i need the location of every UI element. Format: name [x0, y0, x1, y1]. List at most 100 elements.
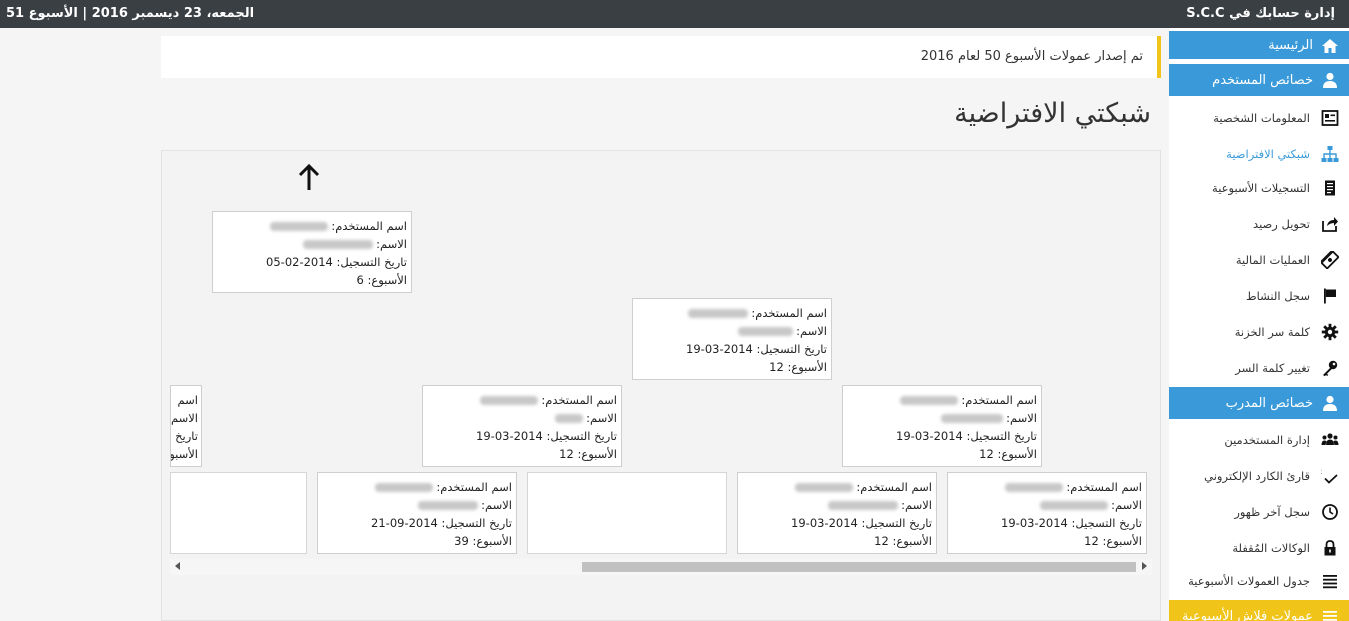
- commission-notice: تم إصدار عمولات الأسبوع 50 لعام 2016: [161, 36, 1161, 78]
- username-label: اسم المستخدم:: [1066, 480, 1142, 494]
- week-label: الأسبوع:: [892, 534, 932, 548]
- node-week-row: الأسبوع: 12: [843, 445, 1037, 463]
- week-value: 12: [874, 534, 889, 548]
- week-value: 12: [769, 360, 784, 374]
- username-value-redacted: [900, 396, 959, 405]
- node-date-row: تاريخ التسجيل: 2014-03-19: [633, 340, 827, 358]
- name-value-redacted: [941, 414, 1004, 423]
- username-value-redacted: [375, 483, 434, 492]
- sidebar-item-label: الوكالات المُقفلة: [1232, 541, 1310, 555]
- sidebar-item-last-seen-log[interactable]: سجل آخر ظهور: [1169, 496, 1349, 528]
- sidebar-item-home[interactable]: الرئيسية: [1169, 31, 1349, 59]
- svg-text:ABC: ABC: [1321, 468, 1322, 476]
- sidebar-item-vault-password[interactable]: كلمة سر الخزنة: [1169, 316, 1349, 348]
- tree-node-partial[interactable]: اسم الاسم تاريخ الأسبو: [170, 385, 202, 467]
- scrollbar-thumb[interactable]: [582, 562, 1136, 572]
- username-label: اسم المستخدم:: [436, 480, 512, 494]
- username-value-redacted: [270, 222, 329, 231]
- sidebar-item-label: إدارة المستخدمين: [1224, 433, 1310, 447]
- sidebar-item-weekly-registrations[interactable]: التسجيلات الأسبوعية: [1169, 172, 1349, 204]
- page-title: شبكتي الافتراضية: [954, 98, 1151, 129]
- tree-node[interactable]: اسم المستخدم: الاسم: تاريخ التسجيل: 2014…: [632, 298, 832, 380]
- sidebar-item-virtual-network[interactable]: شبكتي الافتراضية: [1169, 138, 1349, 170]
- sidebar-item-weekly-commissions-table[interactable]: جدول العمولات الأسبوعية: [1169, 565, 1349, 597]
- money-icon: [1321, 251, 1339, 269]
- reg-date-value: 2014-03-19: [686, 342, 753, 356]
- username-label: اسم المستخدم:: [331, 219, 407, 233]
- name-value-redacted: [738, 327, 794, 336]
- document-icon: [1325, 180, 1335, 196]
- scroll-right-arrow-icon[interactable]: [1142, 562, 1147, 570]
- tree-node[interactable]: اسم المستخدم: الاسم: تاريخ التسجيل: 2014…: [737, 472, 937, 554]
- sidebar-item-label: التسجيلات الأسبوعية: [1212, 181, 1310, 195]
- node-username-row: اسم المستخدم:: [738, 478, 932, 496]
- lock-icon: [1324, 540, 1336, 556]
- sidebar-item-change-password[interactable]: تغيير كلمة السر: [1169, 352, 1349, 384]
- tree-node[interactable]: اسم المستخدم: الاسم: تاريخ التسجيل: 2014…: [422, 385, 622, 467]
- reg-date-value: 2014-02-05: [266, 255, 333, 269]
- username-label: اسم المستخدم:: [961, 393, 1037, 407]
- list-icon: [1323, 575, 1337, 589]
- name-label: الاسم:: [901, 498, 932, 512]
- sidebar-section-user[interactable]: خصائص المستخدم: [1169, 64, 1349, 96]
- arrow-up-icon[interactable]: [296, 163, 322, 193]
- sidebar-item-balance-transfer[interactable]: تحويل رصيد: [1169, 208, 1349, 240]
- sidebar-item-label: تحويل رصيد: [1253, 217, 1310, 231]
- tree-node[interactable]: اسم المستخدم: الاسم: تاريخ التسجيل: 2014…: [317, 472, 517, 554]
- tree-node[interactable]: اسم المستخدم: الاسم: تاريخ التسجيل: 2014…: [212, 211, 412, 293]
- week-value: 12: [559, 447, 574, 461]
- node-name-row: الاسم:: [633, 322, 827, 340]
- sidebar-item-personal-info[interactable]: المعلومات الشخصية: [1169, 102, 1349, 134]
- sidebar-item-label: جدول العمولات الأسبوعية: [1188, 574, 1310, 588]
- scroll-left-arrow-icon[interactable]: [175, 562, 180, 570]
- week-label: الأسبوع:: [997, 447, 1037, 461]
- node-date-row: تاريخ التسجيل: 2014-09-21: [318, 514, 512, 532]
- node-username-row: اسم المستخدم:: [213, 217, 407, 235]
- reg-date-value: 2014-03-19: [476, 429, 543, 443]
- username-label: اسم المستخدم:: [751, 306, 827, 320]
- sidebar-section-trainer[interactable]: خصائص المدرب: [1169, 387, 1349, 419]
- brand-title[interactable]: إدارة حسابك في S.C.C: [1186, 6, 1335, 21]
- week-value: 12: [1084, 534, 1099, 548]
- sidebar-section-flash[interactable]: عمولات فلاش الأسبوعية: [1169, 600, 1349, 621]
- node-username-row: اسم المستخدم:: [843, 391, 1037, 409]
- reg-date-value: 2014-09-21: [371, 516, 438, 530]
- tree-node-empty: [170, 472, 307, 554]
- reg-date-label: تاريخ التسجيل:: [861, 516, 932, 530]
- flag-icon: [1324, 288, 1336, 304]
- sidebar-item-label: سجل النشاط: [1246, 289, 1310, 303]
- home-icon: [1322, 39, 1338, 53]
- network-tree: اسم المستخدم: الاسم: تاريخ التسجيل: 2014…: [161, 150, 1161, 621]
- sidebar-item-financial-operations[interactable]: العمليات المالية: [1169, 244, 1349, 276]
- sidebar-item-label: قارئ الكارد الإلكتروني: [1204, 469, 1310, 483]
- node-week-row: الأسبوع: 6: [213, 271, 407, 289]
- spellcheck-icon: ABC: [1321, 468, 1338, 484]
- reg-date-label: تاريخ التسجيل:: [1071, 516, 1142, 530]
- sidebar-item-locked-agencies[interactable]: الوكالات المُقفلة: [1169, 532, 1349, 564]
- week-value: 12: [979, 447, 994, 461]
- tree-node[interactable]: اسم المستخدم: الاسم: تاريخ التسجيل: 2014…: [842, 385, 1042, 467]
- tree-horizontal-scrollbar[interactable]: [170, 559, 1152, 575]
- name-value-redacted: [555, 414, 584, 423]
- name-value-redacted: [418, 501, 479, 510]
- node-date-row: تاريخ التسجيل: 2014-03-19: [843, 427, 1037, 445]
- name-value-redacted: [828, 501, 899, 510]
- sidebar-item-card-reader[interactable]: ABC قارئ الكارد الإلكتروني: [1169, 460, 1349, 492]
- sidebar-item-manage-users[interactable]: إدارة المستخدمين: [1169, 424, 1349, 456]
- sidebar-item-label: الرئيسية: [1268, 38, 1313, 53]
- username-label: اسم المستخدم:: [856, 480, 932, 494]
- week-label: الأسبوع:: [1102, 534, 1142, 548]
- current-date: الجمعه، 23 ديسمبر 2016 | الأسبوع 51: [6, 6, 255, 21]
- sidebar-item-label: سجل آخر ظهور: [1234, 505, 1310, 519]
- node-week-row: الأسبوع: 12: [948, 532, 1142, 550]
- sidebar-section-label: خصائص المدرب: [1225, 396, 1313, 411]
- node-username-row: اسم المستخدم:: [948, 478, 1142, 496]
- name-value-redacted: [303, 240, 374, 249]
- tree-node[interactable]: اسم المستخدم: الاسم: تاريخ التسجيل: 2014…: [947, 472, 1147, 554]
- node-username-row: اسم المستخدم:: [633, 304, 827, 322]
- username-value-redacted: [480, 396, 539, 405]
- node-week-row: الأسبوع: 39: [318, 532, 512, 550]
- network-icon: [1321, 146, 1339, 162]
- node-name-row: الاسم:: [948, 496, 1142, 514]
- sidebar-item-activity-log[interactable]: سجل النشاط: [1169, 280, 1349, 312]
